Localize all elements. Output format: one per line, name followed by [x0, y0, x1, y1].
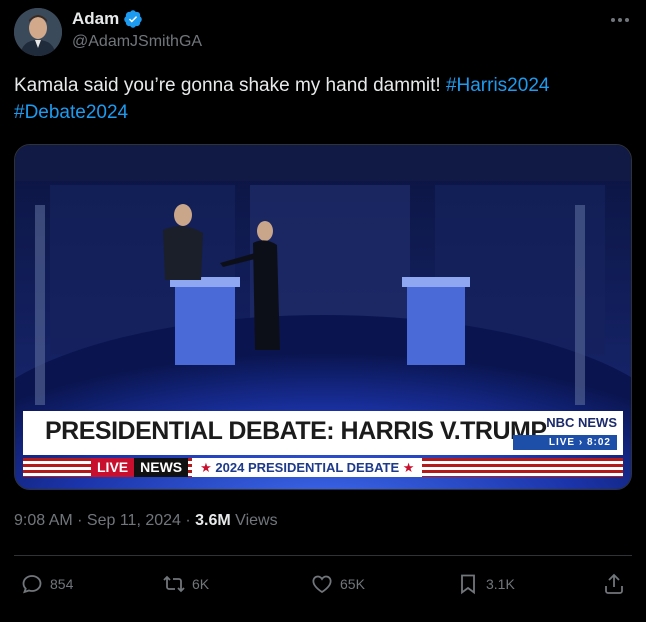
share-icon	[605, 573, 623, 594]
author-handle[interactable]: @AdamJSmithGA	[72, 33, 202, 51]
tweet-time[interactable]: 9:08 AM	[14, 512, 73, 529]
tweet-meta: 9:08 AM · Sep 11, 2024 · 3.6M Views	[14, 512, 278, 530]
live-time-badge: LIVE › 8:02	[513, 435, 617, 450]
abc-debate-text: 2024 PRESIDENTIAL DEBATE	[215, 460, 400, 475]
author-name[interactable]: Adam	[72, 9, 119, 29]
bookmark-button[interactable]: 3.1K	[456, 572, 515, 596]
tweet-body: Kamala said you’re gonna shake my hand d…	[14, 75, 446, 96]
hashtag-debate2024[interactable]: #Debate2024	[14, 102, 128, 123]
heart-icon	[312, 575, 332, 594]
author-block: Adam @AdamJSmithGA	[72, 8, 202, 51]
abc-news-ticker: LIVE NEWS ★ 2024 PRESIDENTIAL DEBATE ★	[23, 458, 623, 477]
views-label: Views	[230, 512, 278, 529]
tweet-text: Kamala said you’re gonna shake my hand d…	[14, 72, 634, 126]
meta-separator: ·	[72, 512, 87, 529]
reply-button[interactable]: 854	[20, 572, 73, 596]
repost-button[interactable]: 6K	[162, 572, 209, 596]
share-button[interactable]	[602, 572, 632, 596]
avatar[interactable]	[14, 8, 62, 56]
action-bar: 854 6K 65K 3.1K	[14, 568, 632, 604]
views-count: 3.6M	[195, 512, 231, 529]
repost-count: 6K	[192, 576, 210, 592]
abc-debate-label: ★ 2024 PRESIDENTIAL DEBATE ★	[192, 458, 423, 477]
star-icon: ★	[200, 460, 212, 475]
star-icon: ★	[402, 460, 415, 475]
tweet-header: Adam @AdamJSmithGA	[14, 8, 634, 58]
more-options-icon[interactable]	[608, 10, 632, 30]
hashtag-harris2024[interactable]: #Harris2024	[446, 75, 550, 96]
nbc-news-logo: NBC NEWS	[546, 415, 617, 430]
video-media[interactable]: PRESIDENTIAL DEBATE: HARRIS V.TRUMP NBC …	[14, 144, 632, 490]
network-brand: NBC NEWS LIVE › 8:02	[513, 415, 617, 451]
lower-third-banner: PRESIDENTIAL DEBATE: HARRIS V.TRUMP NBC …	[23, 411, 623, 455]
bookmark-count: 3.1K	[486, 576, 515, 592]
like-button[interactable]: 65K	[310, 572, 365, 596]
meta-separator: ·	[180, 512, 196, 529]
bookmark-icon	[461, 574, 475, 595]
divider	[14, 555, 632, 556]
abc-live-label: LIVE	[91, 458, 135, 477]
repost-icon	[163, 575, 185, 593]
tweet-date[interactable]: Sep 11, 2024	[87, 512, 181, 529]
reply-icon	[22, 575, 42, 594]
lower-third-title: PRESIDENTIAL DEBATE: HARRIS V.TRUMP	[45, 417, 547, 445]
abc-news-logo: NEWS	[134, 458, 189, 477]
like-count: 65K	[340, 576, 365, 592]
reply-count: 854	[50, 576, 74, 592]
verified-badge-icon	[124, 10, 142, 28]
